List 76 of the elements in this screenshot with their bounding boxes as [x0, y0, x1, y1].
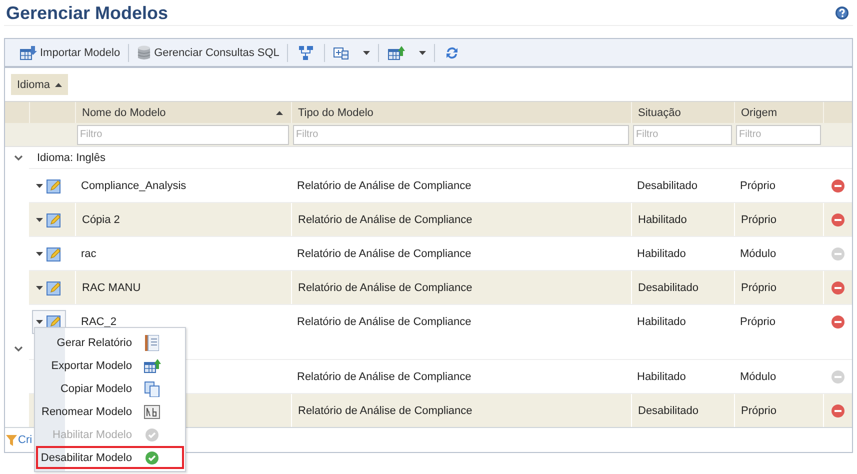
caret-icon — [36, 286, 43, 290]
table-cell: Relatório de Análise de Compliance — [298, 404, 472, 416]
table-cell: Próprio — [740, 180, 776, 192]
table-cell: Desabilitado — [638, 404, 699, 416]
edit-icon — [46, 314, 62, 330]
filter-icon — [6, 434, 17, 446]
filter-field[interactable]: Filtro — [736, 124, 821, 144]
remove-icon[interactable] — [831, 280, 845, 294]
caret-icon — [36, 184, 43, 188]
filter-field[interactable]: Filtro — [633, 124, 732, 144]
table-cell: Habilitado — [637, 248, 686, 260]
table-cell: Desabilitado — [638, 282, 699, 294]
table-arrow-icon — [19, 44, 37, 60]
table-plus-icon — [333, 46, 350, 60]
filter-field[interactable]: Filtro — [77, 124, 289, 144]
table-cell: Habilitado — [638, 214, 687, 226]
edit-icon — [46, 280, 62, 296]
table-cell: Habilitado — [637, 316, 686, 328]
database-icon — [137, 44, 152, 60]
rename-icon — [144, 404, 160, 418]
menu-item[interactable]: Copiar Modelo — [36, 377, 184, 400]
toolbar-button[interactable]: Gerenciar Consultas SQL — [133, 42, 284, 64]
toolbar-button[interactable]: Importar Modelo — [15, 42, 124, 64]
check-icon — [145, 450, 159, 464]
table-cell: rac — [81, 248, 96, 260]
caret-icon — [36, 252, 43, 256]
table-cell: Cópia 2 — [82, 214, 120, 226]
group-by-chip[interactable]: Idioma — [11, 74, 68, 95]
table-cell: Relatório de Análise de Compliance — [297, 248, 472, 260]
group-label: Idioma: Inglês — [37, 152, 106, 164]
report-icon — [145, 334, 159, 350]
edit-icon — [46, 178, 62, 194]
table-cell: RAC_2 — [81, 316, 116, 328]
sort-arrow-icon — [276, 110, 283, 114]
table-cell: Relatório de Análise de Compliance — [297, 316, 472, 328]
check-disabled-icon — [145, 428, 159, 442]
remove-icon[interactable] — [831, 404, 845, 418]
table-cell: Próprio — [741, 282, 776, 294]
filter-field[interactable]: Filtro — [293, 124, 629, 144]
caret-icon — [363, 50, 370, 54]
table-cell: Próprio — [741, 404, 776, 416]
table-cell: Próprio — [740, 316, 776, 328]
hierarchy-icon[interactable] — [298, 44, 314, 60]
edit-icon — [46, 246, 62, 262]
table-cell: RAC MANU — [82, 282, 141, 294]
edit-icon — [46, 212, 62, 228]
table-export-icon — [143, 358, 161, 374]
chevron-down-icon[interactable] — [14, 346, 23, 352]
remove-icon[interactable] — [831, 212, 845, 226]
chevron-down-icon[interactable] — [14, 154, 23, 160]
table-cell: Habilitado — [637, 370, 686, 382]
remove-icon[interactable] — [830, 314, 844, 328]
menu-item[interactable]: Exportar Modelo — [36, 354, 184, 377]
table-cell: Desabilitado — [637, 180, 698, 192]
table-cell: Compliance_Analysis — [81, 180, 186, 192]
filter-link[interactable]: Cri — [18, 434, 32, 446]
table-cell: Relatório de Análise de Compliance — [298, 282, 472, 294]
caret-icon — [36, 320, 43, 324]
table-cell: Módulo — [740, 370, 776, 382]
menu-item[interactable]: Desabilitar Modelo — [36, 446, 184, 469]
refresh-icon[interactable] — [445, 46, 460, 60]
help-icon[interactable] — [835, 6, 849, 20]
table-cell: Módulo — [740, 248, 776, 260]
sort-arrow-icon — [55, 82, 62, 86]
caret-icon — [419, 50, 426, 54]
remove-icon[interactable] — [830, 178, 844, 192]
table-cell: Relatório de Análise de Compliance — [297, 180, 472, 192]
table-export-icon — [387, 44, 406, 60]
table-cell: Relatório de Análise de Compliance — [297, 370, 472, 382]
caret-icon — [36, 218, 43, 222]
table-cell: Próprio — [741, 214, 776, 226]
page-title: Gerenciar Modelos — [6, 2, 168, 24]
copy-icon — [144, 380, 160, 396]
table-cell: Relatório de Análise de Compliance — [298, 214, 472, 226]
menu-item[interactable]: Renomear Modelo — [36, 400, 184, 423]
menu-item[interactable]: Gerar Relatório — [36, 331, 184, 354]
